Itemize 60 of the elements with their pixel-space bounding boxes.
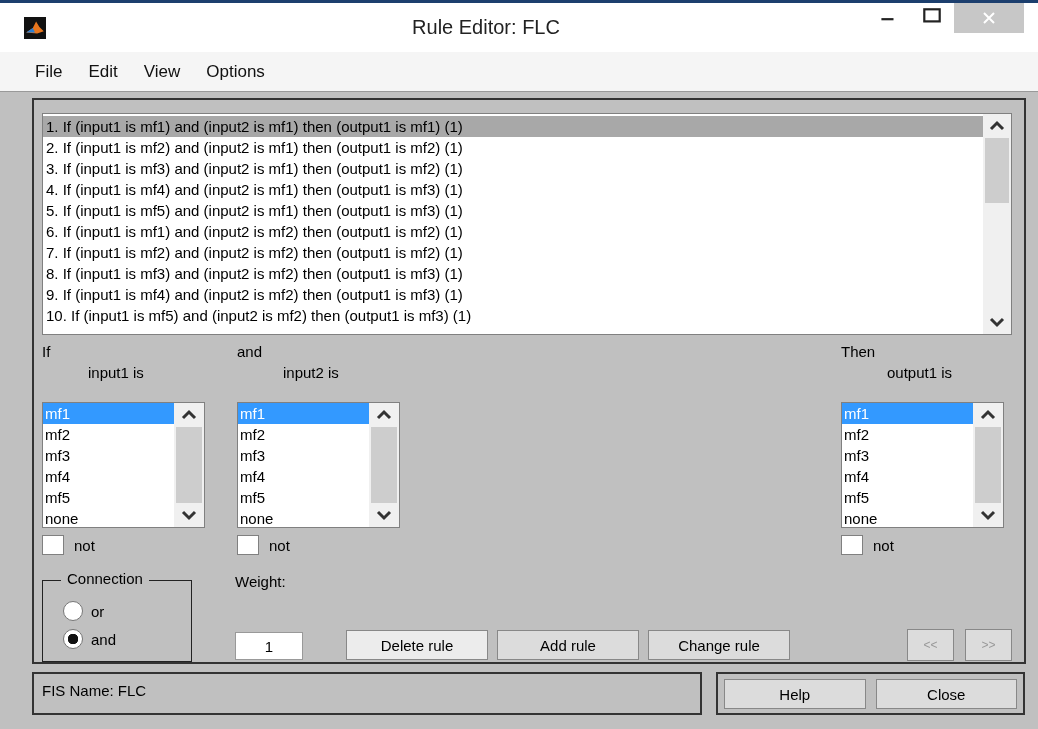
rule-item[interactable]: 7. If (input1 is mf2) and (input2 is mf2) then (output1 is mf2) (1) (43, 242, 983, 263)
list-item[interactable]: mf4 (43, 466, 174, 487)
connective-label: and (237, 343, 264, 362)
rule-item[interactable]: 8. If (input1 is mf3) and (input2 is mf2) then (output1 is mf3) (1) (43, 263, 983, 284)
dialog-button[interactable]: Close (875, 679, 1017, 709)
menu-item[interactable]: View (130, 58, 194, 85)
action-button[interactable]: Change rule (648, 630, 790, 660)
rule-item[interactable]: 2. If (input1 is mf2) and (input2 is mf1) then (output1 is mf2) (1) (43, 137, 983, 158)
rule-item[interactable]: 4. If (input1 is mf4) and (input2 is mf1) then (output1 is mf3) (1) (43, 179, 983, 200)
action-button[interactable]: Add rule (497, 630, 639, 660)
scrollbar[interactable] (174, 403, 204, 527)
connective-label: If (42, 343, 52, 362)
list-item[interactable]: mf3 (238, 445, 369, 466)
list-item[interactable]: mf5 (842, 487, 973, 508)
weight-label: Weight: (235, 573, 287, 590)
list-item[interactable]: mf2 (238, 424, 369, 445)
scrollbar[interactable] (983, 114, 1011, 334)
status-text: FIS Name: FLC (42, 682, 147, 699)
rule-item[interactable]: 10. If (input1 is mf5) and (input2 is mf2) then (output1 is mf3) (1) (43, 305, 983, 326)
connective-label: Then (841, 343, 877, 362)
radio-button[interactable] (63, 601, 83, 621)
scrollbar[interactable] (369, 403, 399, 527)
not-checkbox[interactable] (42, 535, 64, 555)
menu-item[interactable]: Options (193, 58, 278, 85)
peak-logo-icon (24, 16, 46, 39)
window-title: Rule Editor: FLC (411, 16, 561, 39)
scrollbar[interactable] (973, 403, 1003, 527)
list-item[interactable]: none (238, 508, 369, 527)
checkbox-label: not (74, 536, 95, 554)
radio-label: or (91, 602, 105, 620)
rule-item[interactable]: 9. If (input1 is mf4) and (input2 is mf2) then (output1 is mf3) (1) (43, 284, 983, 305)
checkbox-label: not (873, 536, 894, 554)
radio-label: and (91, 630, 117, 648)
list-item[interactable]: none (842, 508, 973, 527)
list-item[interactable]: mf2 (842, 424, 973, 445)
dialog-button[interactable]: Help (724, 679, 866, 709)
list-item[interactable]: mf4 (238, 466, 369, 487)
variable-label: output1 is (886, 364, 954, 383)
radio-button[interactable] (63, 629, 83, 649)
list-item[interactable]: mf5 (43, 487, 174, 508)
group-title: Connection (61, 570, 149, 587)
rule-item[interactable]: 3. If (input1 is mf3) and (input2 is mf1) then (output1 is mf2) (1) (43, 158, 983, 179)
checkbox-label: not (269, 536, 290, 554)
not-checkbox[interactable] (841, 535, 863, 555)
rule-item[interactable]: 5. If (input1 is mf5) and (input2 is mf1) then (output1 is mf3) (1) (43, 200, 983, 221)
variable-label: input2 is (282, 364, 340, 383)
list-item[interactable]: mf4 (842, 466, 973, 487)
list-item[interactable]: mf2 (43, 424, 174, 445)
action-button[interactable]: Delete rule (346, 630, 488, 660)
weight-field[interactable]: 1 (235, 632, 303, 660)
list-item[interactable]: mf5 (238, 487, 369, 508)
list-item[interactable]: none (43, 508, 174, 527)
variable-label: input1 is (87, 364, 145, 383)
menu-item[interactable]: Edit (75, 58, 131, 85)
list-item[interactable]: mf3 (842, 445, 973, 466)
rule-item[interactable]: 6. If (input1 is mf1) and (input2 is mf2) then (output1 is mf2) (1) (43, 221, 983, 242)
not-checkbox[interactable] (237, 535, 259, 555)
menu-item[interactable]: File (22, 58, 76, 85)
rule-item[interactable]: 1. If (input1 is mf1) and (input2 is mf1) then (output1 is mf1) (1) (43, 116, 983, 137)
list-item[interactable]: mf3 (43, 445, 174, 466)
